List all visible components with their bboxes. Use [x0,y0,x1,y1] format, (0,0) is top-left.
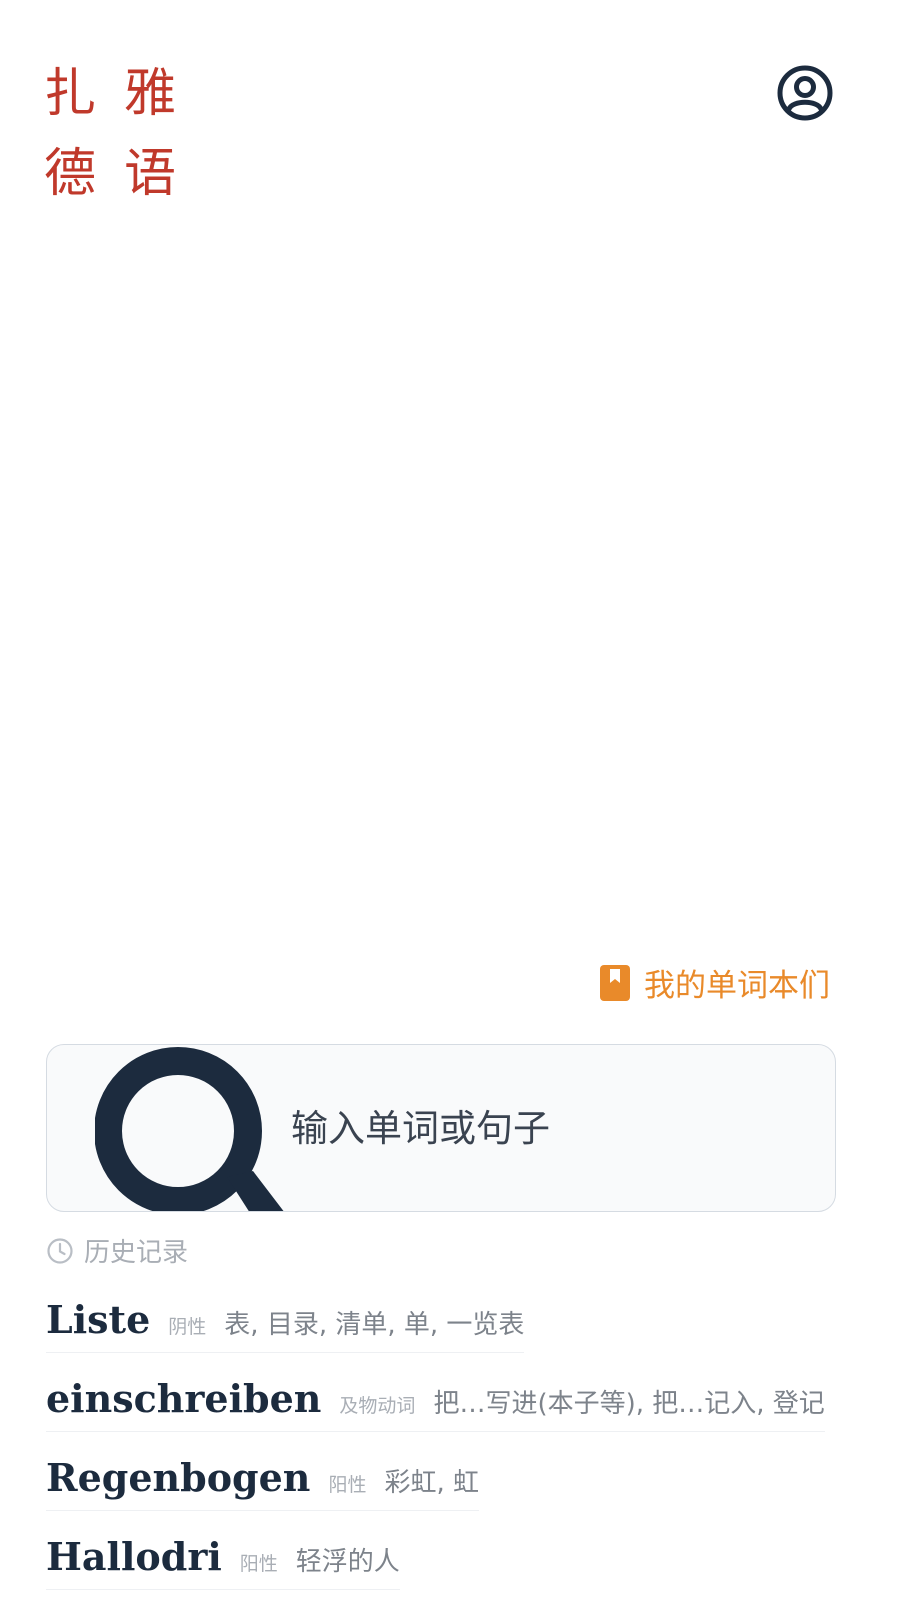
search-box[interactable] [46,1044,836,1212]
history-label: 历史记录 [84,1238,189,1268]
logo-char: 雅 [124,64,177,124]
my-wordbooks-link[interactable]: 我的单词本们 [600,960,830,1005]
history-meaning: 彩虹, 虹 [384,1468,479,1498]
clock-icon [47,1237,73,1264]
history-pos: 阳性 [239,1553,278,1575]
logo-char: 德 [44,144,97,204]
profile-button[interactable] [776,64,834,122]
history-header: 历史记录 [46,1232,188,1269]
history-pos: 及物动词 [339,1395,416,1417]
logo-char: 语 [124,144,177,204]
app-logo: 扎 雅 德 语 [44,54,204,214]
history-meaning: 表, 目录, 清单, 单, 一览表 [224,1310,525,1340]
history-pos: 阳性 [328,1474,367,1496]
history-item[interactable]: Liste 阴性 表, 目录, 清单, 单, 一览表 [46,1290,525,1353]
user-circle-icon [777,65,833,121]
bookmark-book-icon [600,964,630,1001]
history-word: einschreiben [46,1376,322,1421]
search-input[interactable] [289,1095,813,1161]
history-word: Hallodri [46,1534,222,1579]
history-list: Liste 阴性 表, 目录, 清单, 单, 一览表 einschreiben … [46,1290,866,1606]
search-icon [95,1045,285,1211]
history-meaning: 把…写进(本子等), 把…记入, 登记 [433,1389,825,1419]
history-item[interactable]: einschreiben 及物动词 把…写进(本子等), 把…记入, 登记 [46,1369,825,1432]
history-pos: 阴性 [168,1316,207,1338]
history-word: Liste [46,1297,151,1342]
history-meaning: 轻浮的人 [295,1547,400,1577]
history-item[interactable]: Regenbogen 阳性 彩虹, 虹 [46,1448,479,1511]
history-word: Regenbogen [46,1455,311,1500]
history-item[interactable]: Hallodri 阳性 轻浮的人 [46,1527,400,1590]
my-wordbooks-label: 我的单词本们 [644,968,830,1004]
logo-char: 扎 [44,64,97,124]
